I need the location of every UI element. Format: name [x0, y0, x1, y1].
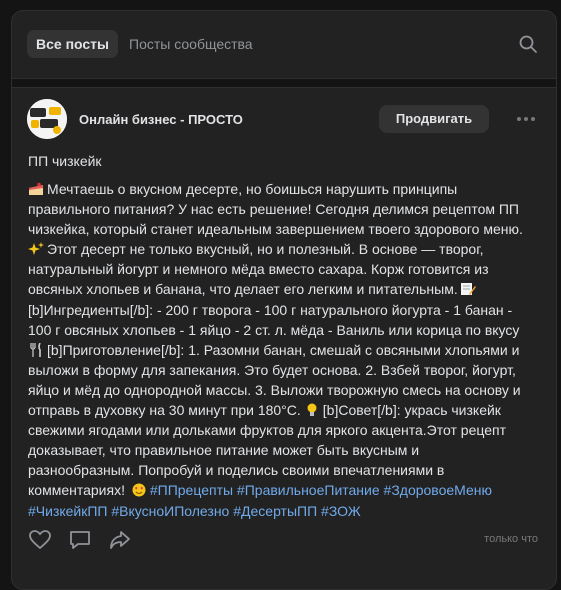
text-line: [b]Приготовление[/b]: 1. Разомни банан, … — [47, 341, 520, 358]
post-text: Мечтаешь о вкусном десерте, но боишься н… — [28, 179, 538, 521]
text-line: Этот десерт не только вкусный, но и поле… — [47, 241, 484, 258]
like-heart-icon[interactable] — [28, 529, 52, 551]
text-line: выложи в форму для запекания. Это будет … — [28, 361, 516, 378]
text-line: овсяных хлопьев и банана, что делает его… — [28, 281, 458, 298]
search-icon[interactable] — [518, 34, 538, 54]
cake-emoji-icon — [28, 181, 44, 195]
sparkles-emoji-icon — [28, 241, 44, 256]
text-line: чизкейка, который станет идеальным завер… — [28, 221, 523, 238]
lightbulb-emoji-icon — [304, 402, 320, 417]
post-timestamp: только что — [484, 533, 538, 545]
author-name[interactable]: Онлайн бизнес - ПРОСТО — [79, 112, 243, 127]
text-line: свежими ягодами или дольками фруктов для… — [28, 422, 506, 439]
more-options-icon[interactable] — [516, 112, 536, 126]
section-divider — [12, 78, 556, 88]
post-title: ПП чизкейк — [28, 153, 102, 169]
text-line: натуральный йогурт и немного мёда вместо… — [28, 261, 489, 278]
text-line: 100 г овсяных хлопьев - 1 яйцо - 2 ст. л… — [28, 321, 520, 338]
text-line: отправь в духовку на 30 минут при 180°C. — [28, 402, 301, 419]
text-line: [b]Совет[/b]: укрась чизкейк — [322, 402, 501, 419]
fork-knife-emoji-icon — [28, 342, 44, 357]
avatar[interactable] — [27, 99, 67, 139]
heart-eyes-emoji-icon — [131, 482, 147, 497]
text-line: комментариях! — [28, 482, 125, 499]
feed-tabs: Все посты Посты сообщества — [12, 11, 556, 75]
memo-emoji-icon — [460, 281, 476, 296]
text-line: Мечтаешь о вкусном десерте, но боишься н… — [47, 181, 458, 197]
hashtags-line-2[interactable]: #ЧизкейкПП #ВкусноИПолезно #ДесертыПП #З… — [28, 501, 538, 521]
text-line: доказывает, что правильное питание может… — [28, 442, 420, 459]
promote-button[interactable]: Продвигать — [379, 105, 489, 133]
hashtags-line-1[interactable]: #ППрецепты #ПравильноеПитание #ЗдоровоеМ… — [150, 482, 492, 498]
comment-icon[interactable] — [68, 529, 92, 551]
post-card: Все посты Посты сообщества Онлайн бизнес… — [11, 10, 557, 590]
text-line: яйцо и мёд до однородной массы. 3. Вылож… — [28, 381, 521, 398]
share-icon[interactable] — [108, 529, 132, 551]
text-line: правильного питания? У нас есть решение!… — [28, 201, 519, 218]
tab-all-posts[interactable]: Все посты — [27, 30, 118, 58]
tab-community-posts[interactable]: Посты сообщества — [120, 30, 262, 58]
text-line: разнообразным. Попробуй и поделись своим… — [28, 462, 445, 479]
text-line: [b]Ингредиенты[/b]: - 200 г творога - 10… — [28, 301, 513, 318]
